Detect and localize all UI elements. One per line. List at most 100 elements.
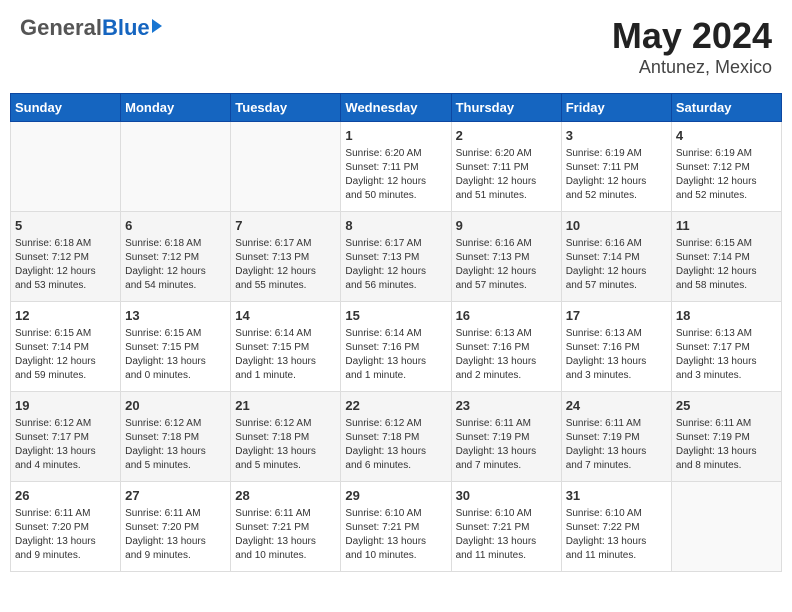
calendar-cell-w5-d6: 31Sunrise: 6:10 AM Sunset: 7:22 PM Dayli…: [561, 482, 671, 572]
day-number: 4: [676, 127, 777, 145]
day-info: Sunrise: 6:18 AM Sunset: 7:12 PM Dayligh…: [125, 237, 226, 293]
day-number: 24: [566, 397, 667, 415]
title-section: May 2024 Antunez, Mexico: [612, 15, 772, 78]
day-info: Sunrise: 6:19 AM Sunset: 7:11 PM Dayligh…: [566, 147, 667, 203]
day-info: Sunrise: 6:14 AM Sunset: 7:16 PM Dayligh…: [345, 327, 446, 383]
calendar-cell-w5-d7: [671, 482, 781, 572]
header-saturday: Saturday: [671, 94, 781, 122]
day-info: Sunrise: 6:13 AM Sunset: 7:17 PM Dayligh…: [676, 327, 777, 383]
calendar-cell-w3-d7: 18 Sunrise: 6:13 AM Sunset: 7:17 PM Dayli…: [671, 302, 781, 392]
day-number: 28: [235, 487, 336, 505]
day-info: Sunrise: 6:12 AM Sunset: 7:17 PM Dayligh…: [15, 417, 116, 473]
logo: GeneralBlue: [20, 15, 162, 41]
day-info: Sunrise: 6:12 AM Sunset: 7:18 PM Dayligh…: [125, 417, 226, 473]
day-number: 27: [125, 487, 226, 505]
day-number: 1: [345, 127, 446, 145]
calendar-cell-w3-d6: 17 Sunrise: 6:13 AM Sunset: 7:16 PM Dayli…: [561, 302, 671, 392]
day-info: Sunrise: 6:20 AM Sunset: 7:11 PM Dayligh…: [456, 147, 557, 203]
day-info: Sunrise: 6:11 AM Sunset: 7:19 PM Dayligh…: [676, 417, 777, 473]
day-number: 9: [456, 217, 557, 235]
calendar-cell-w5-d4: 29 Sunrise: 6:10 AM Sunset: 7:21 PM Dayli…: [341, 482, 451, 572]
day-number: 25: [676, 397, 777, 415]
day-info: Sunrise: 6:12 AM Sunset: 7:18 PM Dayligh…: [345, 417, 446, 473]
month-year-title: May 2024: [612, 15, 772, 57]
calendar-cell-w3-d5: 16 Sunrise: 6:13 AM Sunset: 7:16 PM Dayli…: [451, 302, 561, 392]
day-number: 18: [676, 307, 777, 325]
calendar-cell-w4-d5: 23 Sunrise: 6:11 AM Sunset: 7:19 PM Dayli…: [451, 392, 561, 482]
calendar-cell-w3-d1: 12 Sunrise: 6:15 AM Sunset: 7:14 PM Dayli…: [11, 302, 121, 392]
calendar-cell-w1-d5: 2 Sunrise: 6:20 AM Sunset: 7:11 PM Daylig…: [451, 122, 561, 212]
header-wednesday: Wednesday: [341, 94, 451, 122]
calendar-cell-w5-d2: 27 Sunrise: 6:11 AM Sunset: 7:20 PM Dayli…: [121, 482, 231, 572]
calendar-cell-w2-d4: 8Sunrise: 6:17 AM Sunset: 7:13 PM Daylig…: [341, 212, 451, 302]
day-number: 14: [235, 307, 336, 325]
calendar-cell-w4-d2: 20 Sunrise: 6:12 AM Sunset: 7:18 PM Dayli…: [121, 392, 231, 482]
calendar-cell-w5-d3: 28 Sunrise: 6:11 AM Sunset: 7:21 PM Dayli…: [231, 482, 341, 572]
header-thursday: Thursday: [451, 94, 561, 122]
day-number: 29: [345, 487, 446, 505]
calendar-header-row: Sunday Monday Tuesday Wednesday Thursday…: [11, 94, 782, 122]
day-info: Sunrise: 6:10 AM Sunset: 7:22 PM Dayligh…: [566, 507, 667, 563]
day-number: 19: [15, 397, 116, 415]
calendar-cell-w1-d7: 4 Sunrise: 6:19 AM Sunset: 7:12 PM Daylig…: [671, 122, 781, 212]
day-info: Sunrise: 6:18 AM Sunset: 7:12 PM Dayligh…: [15, 237, 116, 293]
day-info: Sunrise: 6:11 AM Sunset: 7:19 PM Dayligh…: [566, 417, 667, 473]
day-info: Sunrise: 6:16 AM Sunset: 7:14 PM Dayligh…: [566, 237, 667, 293]
day-info: Sunrise: 6:10 AM Sunset: 7:21 PM Dayligh…: [456, 507, 557, 563]
day-info: Sunrise: 6:13 AM Sunset: 7:16 PM Dayligh…: [456, 327, 557, 383]
day-info: Sunrise: 6:11 AM Sunset: 7:19 PM Dayligh…: [456, 417, 557, 473]
day-info: Sunrise: 6:17 AM Sunset: 7:13 PM Dayligh…: [235, 237, 336, 293]
day-info: Sunrise: 6:10 AM Sunset: 7:21 PM Dayligh…: [345, 507, 446, 563]
day-number: 15: [345, 307, 446, 325]
day-number: 7: [235, 217, 336, 235]
week-row-5: 26 Sunrise: 6:11 AM Sunset: 7:20 PM Dayli…: [11, 482, 782, 572]
day-number: 2: [456, 127, 557, 145]
day-info: Sunrise: 6:13 AM Sunset: 7:16 PM Dayligh…: [566, 327, 667, 383]
day-info: Sunrise: 6:19 AM Sunset: 7:12 PM Dayligh…: [676, 147, 777, 203]
header-tuesday: Tuesday: [231, 94, 341, 122]
logo-blue: Blue: [102, 15, 150, 41]
day-number: 23: [456, 397, 557, 415]
day-number: 10: [566, 217, 667, 235]
calendar-table: Sunday Monday Tuesday Wednesday Thursday…: [10, 93, 782, 572]
calendar-cell-w2-d7: 11Sunrise: 6:15 AM Sunset: 7:14 PM Dayli…: [671, 212, 781, 302]
day-number: 20: [125, 397, 226, 415]
day-info: Sunrise: 6:11 AM Sunset: 7:20 PM Dayligh…: [15, 507, 116, 563]
day-info: Sunrise: 6:15 AM Sunset: 7:14 PM Dayligh…: [15, 327, 116, 383]
day-info: Sunrise: 6:12 AM Sunset: 7:18 PM Dayligh…: [235, 417, 336, 473]
day-number: 26: [15, 487, 116, 505]
calendar-cell-w4-d4: 22Sunrise: 6:12 AM Sunset: 7:18 PM Dayli…: [341, 392, 451, 482]
calendar-cell-w2-d2: 6 Sunrise: 6:18 AM Sunset: 7:12 PM Daylig…: [121, 212, 231, 302]
day-info: Sunrise: 6:14 AM Sunset: 7:15 PM Dayligh…: [235, 327, 336, 383]
calendar-cell-w2-d3: 7 Sunrise: 6:17 AM Sunset: 7:13 PM Daylig…: [231, 212, 341, 302]
calendar-cell-w2-d5: 9 Sunrise: 6:16 AM Sunset: 7:13 PM Daylig…: [451, 212, 561, 302]
location-subtitle: Antunez, Mexico: [612, 57, 772, 78]
calendar-cell-w1-d2: [121, 122, 231, 212]
day-number: 12: [15, 307, 116, 325]
week-row-3: 12 Sunrise: 6:15 AM Sunset: 7:14 PM Dayli…: [11, 302, 782, 392]
day-info: Sunrise: 6:16 AM Sunset: 7:13 PM Dayligh…: [456, 237, 557, 293]
calendar-cell-w4-d6: 24 Sunrise: 6:11 AM Sunset: 7:19 PM Dayli…: [561, 392, 671, 482]
day-info: Sunrise: 6:17 AM Sunset: 7:13 PM Dayligh…: [345, 237, 446, 293]
calendar-cell-w5-d5: 30Sunrise: 6:10 AM Sunset: 7:21 PM Dayli…: [451, 482, 561, 572]
calendar-cell-w1-d3: [231, 122, 341, 212]
header-sunday: Sunday: [11, 94, 121, 122]
day-number: 5: [15, 217, 116, 235]
week-row-2: 5 Sunrise: 6:18 AM Sunset: 7:12 PM Daylig…: [11, 212, 782, 302]
logo-general: General: [20, 15, 102, 41]
week-row-4: 19 Sunrise: 6:12 AM Sunset: 7:17 PM Dayli…: [11, 392, 782, 482]
logo-arrow-icon: [152, 19, 162, 33]
day-info: Sunrise: 6:20 AM Sunset: 7:11 PM Dayligh…: [345, 147, 446, 203]
day-info: Sunrise: 6:11 AM Sunset: 7:21 PM Dayligh…: [235, 507, 336, 563]
calendar-cell-w1-d1: [11, 122, 121, 212]
calendar-cell-w2-d1: 5 Sunrise: 6:18 AM Sunset: 7:12 PM Daylig…: [11, 212, 121, 302]
page-header: GeneralBlue May 2024 Antunez, Mexico: [10, 10, 782, 83]
calendar-cell-w1-d4: 1 Sunrise: 6:20 AM Sunset: 7:11 PM Daylig…: [341, 122, 451, 212]
day-number: 16: [456, 307, 557, 325]
calendar-cell-w3-d4: 15 Sunrise: 6:14 AM Sunset: 7:16 PM Dayli…: [341, 302, 451, 392]
header-friday: Friday: [561, 94, 671, 122]
calendar-cell-w3-d3: 14 Sunrise: 6:14 AM Sunset: 7:15 PM Dayli…: [231, 302, 341, 392]
day-number: 6: [125, 217, 226, 235]
day-number: 17: [566, 307, 667, 325]
day-info: Sunrise: 6:11 AM Sunset: 7:20 PM Dayligh…: [125, 507, 226, 563]
